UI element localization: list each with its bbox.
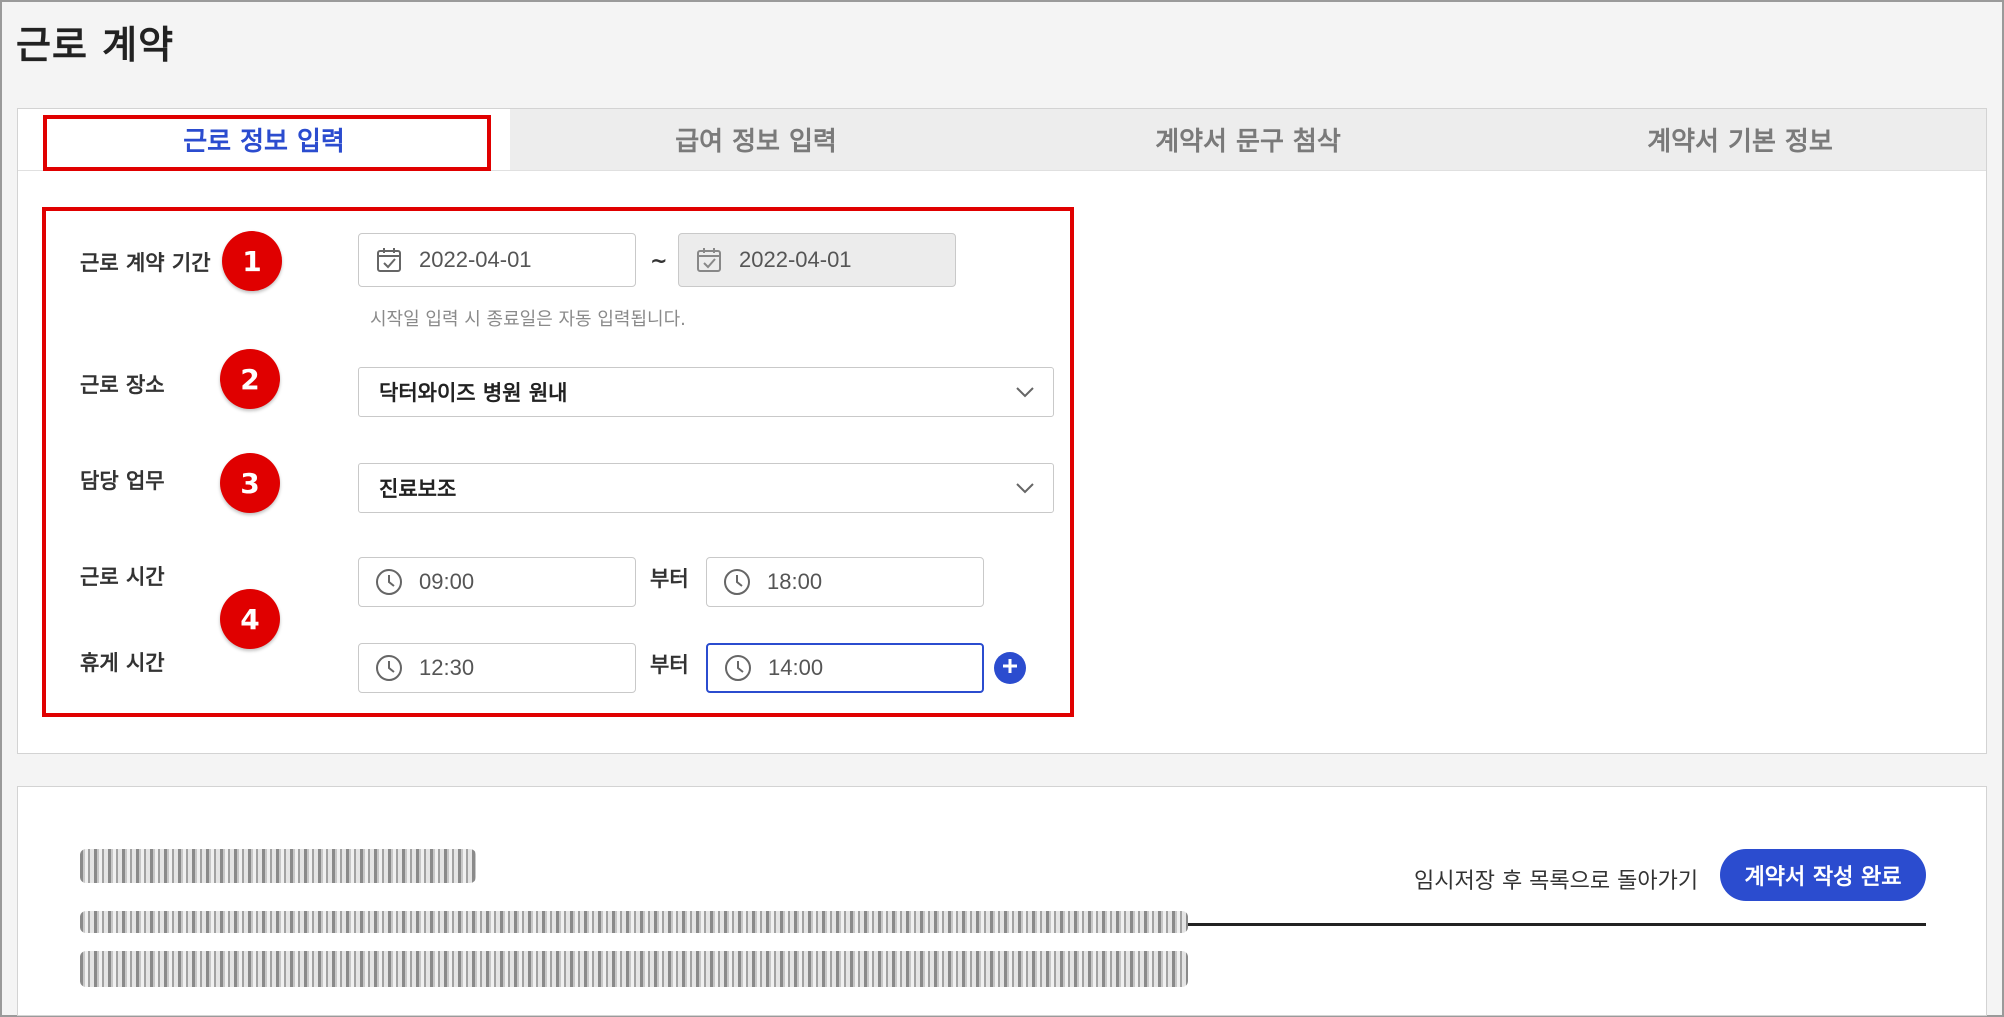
- duty-label: 담당 업무: [80, 469, 165, 493]
- tab-salary-info[interactable]: 급여 정보 입력: [510, 109, 1002, 170]
- calendar-icon: [693, 244, 725, 276]
- break-end-time-value: 14:00: [768, 655, 824, 680]
- temp-save-back-link[interactable]: 임시저장 후 목록으로 돌아가기: [1414, 863, 1698, 895]
- break-start-time-value: 12:30: [419, 655, 475, 680]
- work-end-time-value: 18:00: [767, 569, 823, 594]
- break-start-time-field[interactable]: 12:30: [358, 643, 636, 693]
- clock-icon: [373, 566, 405, 598]
- redacted-text-block: [80, 911, 1188, 933]
- clock-icon: [721, 566, 753, 598]
- work-start-time-field[interactable]: 09:00: [358, 557, 636, 607]
- period-label: 근로 계약 기간: [80, 251, 211, 275]
- break-time-from-label: 부터: [650, 653, 689, 677]
- duty-select[interactable]: 진료보조: [358, 463, 1054, 513]
- clock-icon: [373, 652, 405, 684]
- step-badge-3: 3: [220, 453, 280, 513]
- active-tab-highlight: [43, 115, 491, 171]
- step-badge-2: 2: [220, 349, 280, 409]
- work-time-from-label: 부터: [650, 567, 689, 591]
- work-time-label: 근로 시간: [80, 565, 165, 589]
- place-label: 근로 장소: [80, 373, 165, 397]
- place-select-value: 닥터와이즈 병원 원내: [379, 381, 568, 405]
- break-end-time-field[interactable]: 14:00: [706, 643, 984, 693]
- redacted-text-block: [80, 849, 476, 883]
- end-date-value: 2022-04-01: [739, 247, 852, 272]
- start-date-field[interactable]: 2022-04-01: [358, 233, 636, 287]
- step-badge-4: 4: [220, 589, 280, 649]
- contract-form-card: 근로 정보 입력 급여 정보 입력 계약서 문구 첨삭 계약서 기본 정보 근로…: [17, 108, 1987, 754]
- duty-select-value: 진료보조: [379, 477, 457, 501]
- calendar-icon: [373, 244, 405, 276]
- footer-divider: [1188, 923, 1926, 926]
- complete-contract-button[interactable]: 계약서 작성 완료: [1720, 849, 1926, 901]
- page-title: 근로 계약: [16, 23, 175, 67]
- tab-contract-basic-info[interactable]: 계약서 기본 정보: [1494, 109, 1986, 170]
- work-end-time-field[interactable]: 18:00: [706, 557, 984, 607]
- work-start-time-value: 09:00: [419, 569, 475, 594]
- break-time-label: 휴게 시간: [80, 651, 165, 675]
- period-hint: 시작일 입력 시 종료일은 자동 입력됩니다.: [370, 309, 686, 330]
- step-badge-1: 1: [222, 231, 282, 291]
- footer-card: 임시저장 후 목록으로 돌아가기 계약서 작성 완료: [17, 786, 1987, 1016]
- plus-icon: [1001, 657, 1019, 679]
- add-break-time-button[interactable]: [994, 652, 1026, 684]
- date-range-separator: ~: [650, 249, 668, 273]
- chevron-down-icon: [1015, 383, 1035, 402]
- redacted-text-block: [80, 951, 1188, 987]
- chevron-down-icon: [1015, 479, 1035, 498]
- start-date-value: 2022-04-01: [419, 247, 532, 272]
- end-date-field: 2022-04-01: [678, 233, 956, 287]
- tab-contract-wording[interactable]: 계약서 문구 첨삭: [1002, 109, 1494, 170]
- place-select[interactable]: 닥터와이즈 병원 원내: [358, 367, 1054, 417]
- clock-icon: [722, 652, 754, 684]
